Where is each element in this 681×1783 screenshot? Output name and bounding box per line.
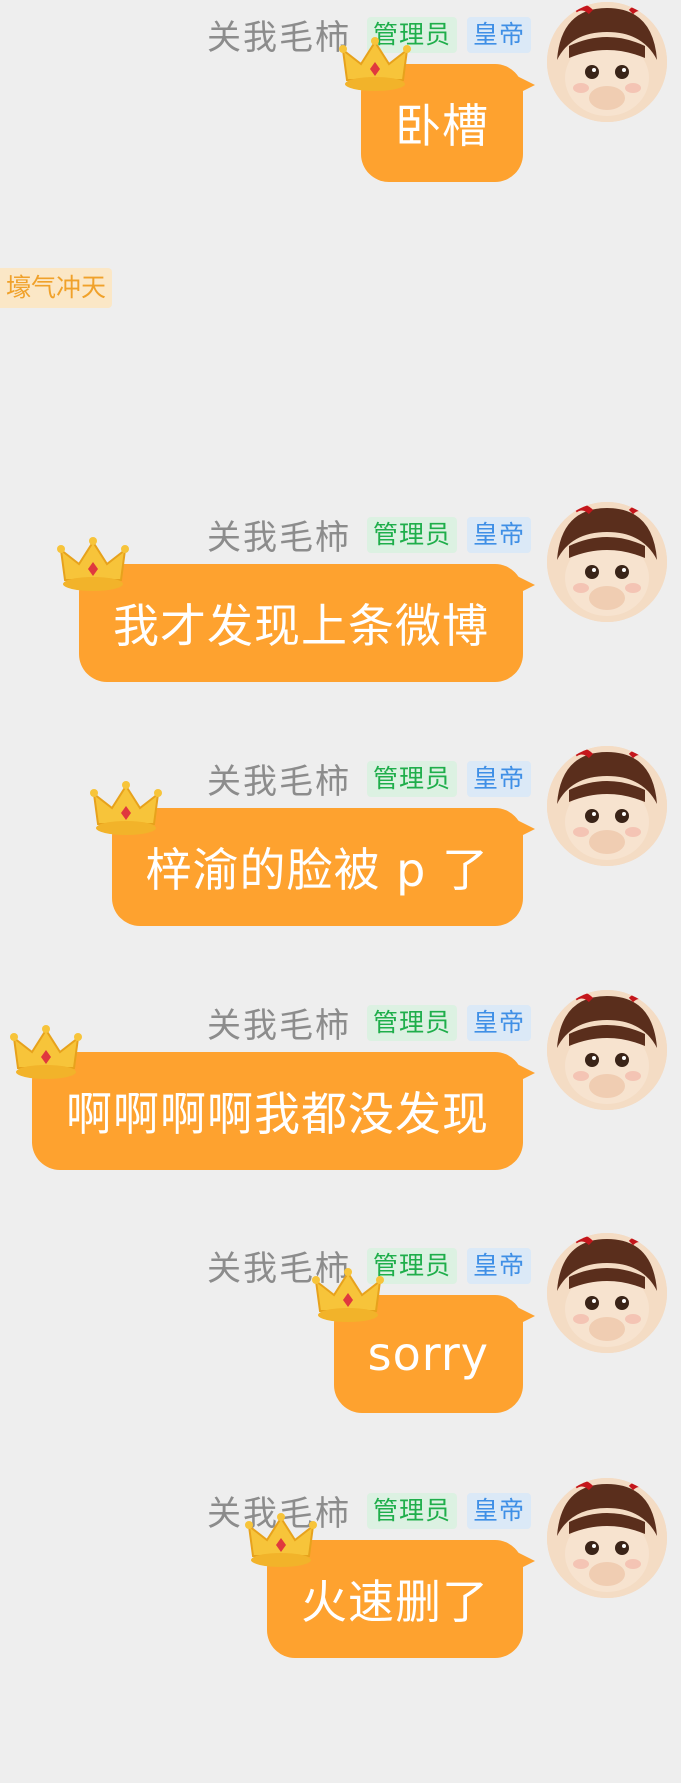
- admin-badge: 管理员: [366, 1492, 457, 1529]
- cartoon-girl-avatar-icon: [547, 502, 667, 622]
- message-bubble[interactable]: 卧槽: [339, 37, 535, 182]
- emperor-badge: 皇帝: [466, 1247, 531, 1284]
- admin-badge: 管理员: [366, 516, 457, 553]
- chat-message: 关我毛柿 管理员 皇帝: [0, 990, 681, 1170]
- emperor-badge: 皇帝: [466, 1004, 531, 1041]
- chat-message: 关我毛柿 管理员 皇帝: [0, 2, 681, 182]
- message-bubble[interactable]: 我才发现上条微博: [57, 537, 535, 682]
- crown-icon: [57, 537, 129, 591]
- chat-message: 关我毛柿 管理员 皇帝: [0, 502, 681, 682]
- emperor-badge: 皇帝: [466, 16, 531, 53]
- avatar[interactable]: [547, 1233, 667, 1353]
- sender-name[interactable]: 关我毛柿: [207, 510, 351, 559]
- admin-badge: 管理员: [366, 1004, 457, 1041]
- cartoon-girl-avatar-icon: [547, 746, 667, 866]
- message-bubble[interactable]: 啊啊啊啊我都没发现: [10, 1025, 535, 1170]
- message-bubble[interactable]: sorry: [311, 1268, 536, 1413]
- crown-icon: [245, 1513, 317, 1567]
- sender-name[interactable]: 关我毛柿: [207, 754, 351, 803]
- cartoon-girl-avatar-icon: [547, 1233, 667, 1353]
- crown-icon: [10, 1025, 82, 1079]
- emperor-badge: 皇帝: [466, 516, 531, 553]
- chat-message: 关我毛柿 管理员 皇帝: [0, 746, 681, 926]
- message-text: 梓渝的脸被 p 了: [145, 843, 489, 897]
- message-text: sorry: [367, 1327, 489, 1381]
- avatar[interactable]: [547, 2, 667, 122]
- avatar[interactable]: [547, 502, 667, 622]
- crown-icon: [339, 37, 411, 91]
- crown-icon: [89, 781, 162, 835]
- cartoon-girl-avatar-icon: [547, 1478, 667, 1598]
- avatar[interactable]: [547, 746, 667, 866]
- admin-badge: 管理员: [366, 760, 457, 797]
- message-text: 火速删了: [301, 1575, 489, 1629]
- sender-row: 关我毛柿 管理员 皇帝: [207, 754, 531, 803]
- cartoon-girl-avatar-icon: [547, 990, 667, 1110]
- sender-row: 关我毛柿 管理员 皇帝: [207, 510, 531, 559]
- avatar[interactable]: [547, 1478, 667, 1598]
- avatar[interactable]: [547, 990, 667, 1110]
- sender-name[interactable]: 关我毛柿: [207, 998, 351, 1047]
- sender-name[interactable]: 关我毛柿: [207, 10, 351, 59]
- message-text: 卧槽: [395, 99, 489, 153]
- message-text: 啊啊啊啊我都没发现: [66, 1087, 489, 1141]
- emperor-badge: 皇帝: [466, 1492, 531, 1529]
- chat-message: 关我毛柿 管理员 皇帝: [0, 1233, 681, 1413]
- message-bubble[interactable]: 火速删了: [245, 1513, 535, 1658]
- status-tag: 壕气冲天: [0, 268, 113, 308]
- emperor-badge: 皇帝: [466, 760, 531, 797]
- message-bubble[interactable]: 梓渝的脸被 p 了: [89, 781, 536, 926]
- sender-row: 关我毛柿 管理员 皇帝: [207, 998, 531, 1047]
- cartoon-girl-avatar-icon: [547, 2, 667, 122]
- message-text: 我才发现上条微博: [113, 599, 489, 653]
- crown-icon: [311, 1268, 384, 1322]
- chat-message: 关我毛柿 管理员 皇帝: [0, 1478, 681, 1658]
